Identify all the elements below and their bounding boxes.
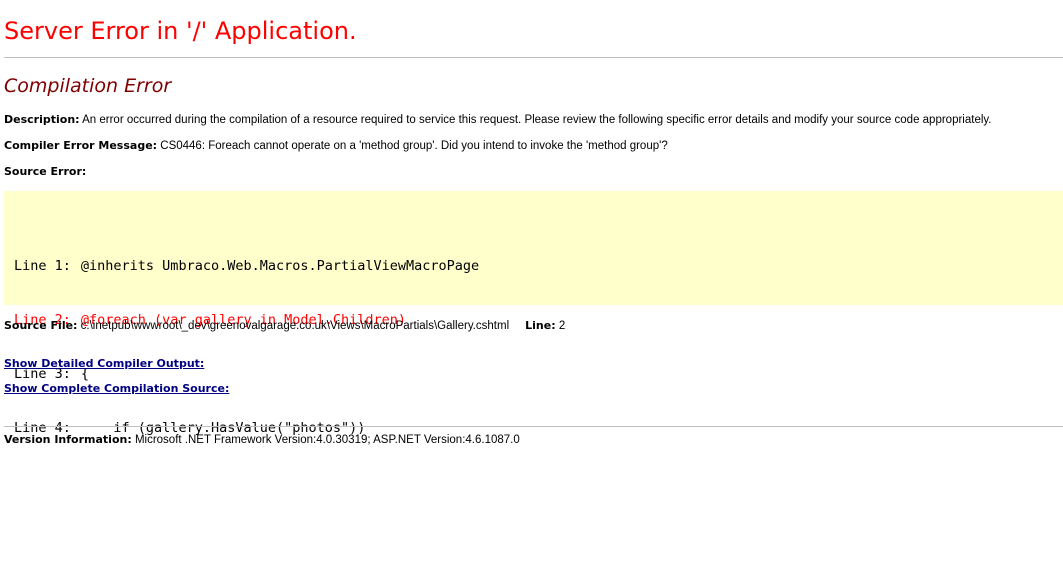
error-type-heading: Compilation Error <box>4 75 172 97</box>
compiler-error-paragraph: Compiler Error Message: CS0446: Foreach … <box>4 138 668 154</box>
page-title: Server Error in '/' Application. <box>4 17 357 45</box>
source-error-paragraph: Source Error: <box>4 164 86 180</box>
show-detailed-compiler-output-link[interactable]: Show Detailed Compiler Output: <box>4 356 204 372</box>
source-file-paragraph: Source File: c:\inetpub\wwwroot\_dev\gre… <box>4 318 565 334</box>
source-line-value: 2 <box>558 320 566 332</box>
version-text: Microsoft .NET Framework Version:4.0.303… <box>134 434 520 446</box>
source-file-label: Source File: <box>4 319 78 332</box>
source-error-label: Source Error: <box>4 165 87 178</box>
version-label: Version Information: <box>4 433 132 446</box>
title-divider <box>4 57 1063 58</box>
show-complete-compilation-source-link[interactable]: Show Complete Compilation Source: <box>4 381 229 397</box>
source-code-box: Line 1: @inherits Umbraco.Web.Macros.Part… <box>4 191 1063 436</box>
source-line-label: Line: <box>525 319 556 332</box>
compiler-error-label: Compiler Error Message: <box>4 139 158 152</box>
version-divider <box>4 426 1063 427</box>
description-paragraph: Description: An error occurred during th… <box>4 112 992 128</box>
version-information-paragraph: Version Information: Microsoft .NET Fram… <box>4 432 520 448</box>
description-text: An error occurred during the compilation… <box>82 114 992 126</box>
description-label: Description: <box>4 113 80 126</box>
code-line-1: Line 1: @inherits Umbraco.Web.Macros.Part… <box>14 257 479 275</box>
compiler-error-text: CS0446: Foreach cannot operate on a 'met… <box>160 140 668 152</box>
code-line-number: Line 1: <box>14 258 71 274</box>
source-file-path: c:\inetpub\wwwroot\_dev\greenovalgarage.… <box>80 320 510 332</box>
code-line-text: @inherits Umbraco.Web.Macros.PartialView… <box>80 258 480 274</box>
